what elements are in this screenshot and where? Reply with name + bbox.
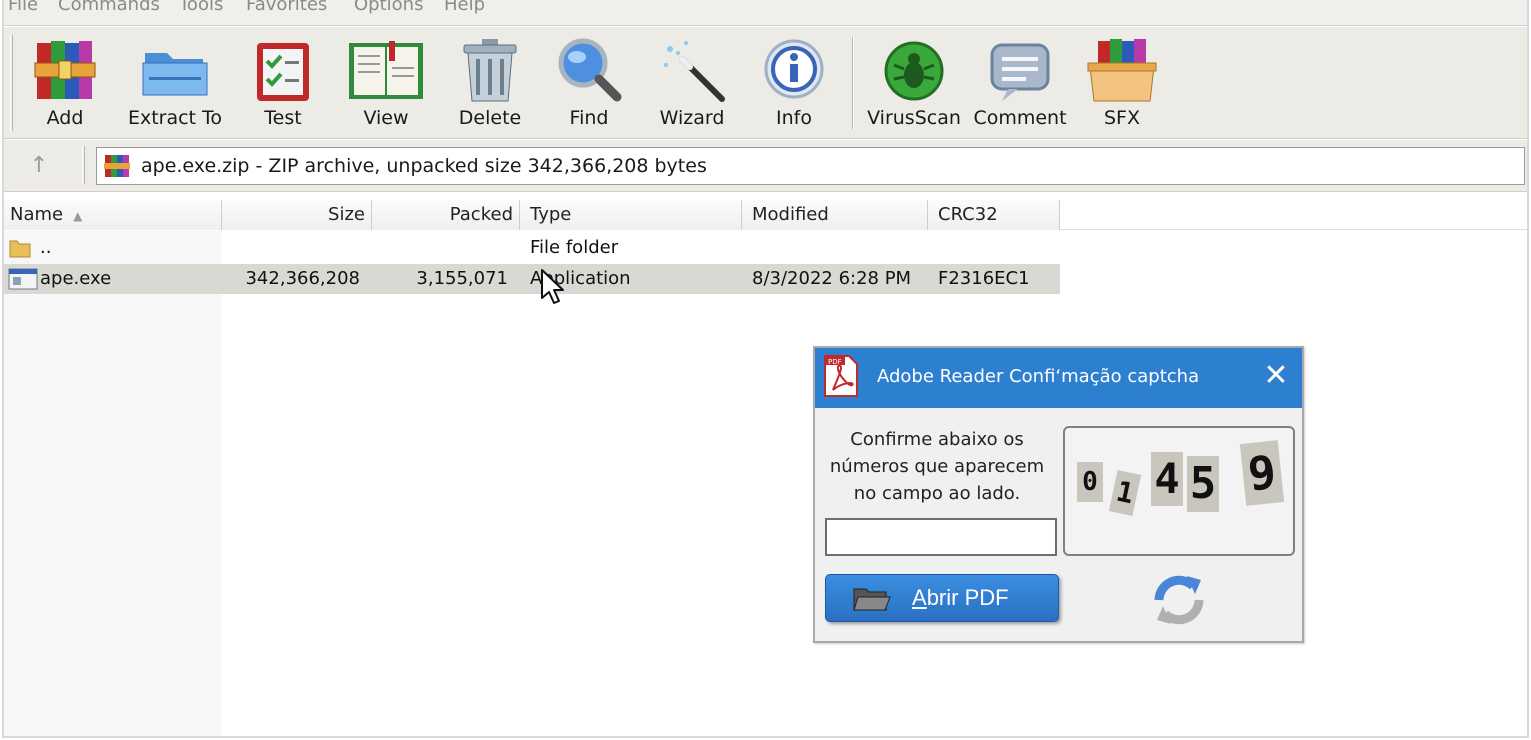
menu-options[interactable]: Options xyxy=(354,0,423,15)
comment-icon xyxy=(984,37,1056,105)
toolbar-separator xyxy=(852,37,854,129)
test-button[interactable]: Test xyxy=(247,37,319,133)
comment-label: Comment xyxy=(973,107,1067,129)
test-label: Test xyxy=(264,107,302,129)
folder-icon xyxy=(139,37,211,105)
find-button[interactable]: Find xyxy=(553,37,625,133)
wizard-button[interactable]: Wizard xyxy=(656,37,728,133)
mouse-cursor-icon xyxy=(541,269,564,304)
close-button[interactable]: ✕ xyxy=(1258,358,1294,394)
wizard-label: Wizard xyxy=(659,107,725,129)
view-label: View xyxy=(363,107,409,129)
captcha-digit: 9 xyxy=(1239,440,1285,506)
dialog-title-bar: PDF Adobe Reader Confiʻmação captcha ✕ xyxy=(815,348,1302,408)
column-name-label: Name xyxy=(10,204,64,225)
info-button[interactable]: Info xyxy=(758,37,830,133)
column-packed-label: Packed xyxy=(449,204,513,225)
close-icon: ✕ xyxy=(1263,358,1289,393)
address-grip xyxy=(82,146,85,184)
archive-icon xyxy=(104,155,130,177)
sfx-label: SFX xyxy=(1103,107,1140,129)
add-button[interactable]: Add xyxy=(29,37,101,133)
file-crc32: F2316EC1 xyxy=(938,268,1030,289)
winrar-books-icon xyxy=(29,37,101,105)
open-folder-icon xyxy=(853,588,891,611)
dialog-title: Adobe Reader Confiʻmação captcha xyxy=(877,366,1200,387)
file-modified: 8/3/2022 6:28 PM xyxy=(752,268,912,289)
file-size: 342,366,208 xyxy=(245,268,360,289)
toolbar-grip xyxy=(10,35,13,131)
column-modified-label: Modified xyxy=(752,204,829,225)
find-label: Find xyxy=(569,107,609,129)
name-column-background xyxy=(4,231,222,736)
extract-to-label: Extract To xyxy=(127,107,223,129)
captcha-digit: 5 xyxy=(1187,456,1219,512)
application-icon xyxy=(8,268,38,290)
captcha-image: 0 1 4 5 9 xyxy=(1063,426,1295,556)
winrar-window: File Commands Tools Favorites Options He… xyxy=(2,0,1529,738)
magnifier-icon xyxy=(553,37,625,105)
column-header: Name ▲ Size Packed Type Modified CRC32 xyxy=(4,200,1527,230)
delete-button[interactable]: Delete xyxy=(454,37,526,133)
column-size-label: Size xyxy=(328,204,365,225)
captcha-digit: 1 xyxy=(1108,469,1142,517)
instruction-line-2: números que aparecem xyxy=(829,456,1045,477)
sfx-box-icon xyxy=(1086,37,1158,105)
up-one-level-button[interactable]: ↑ xyxy=(18,148,60,184)
captcha-dialog: PDF Adobe Reader Confiʻmação captcha ✕ C… xyxy=(813,346,1304,643)
bug-icon xyxy=(878,37,950,105)
menu-help[interactable]: Help xyxy=(444,0,485,15)
trash-icon xyxy=(454,37,526,105)
open-pdf-label: Abrir PDF xyxy=(912,585,1009,610)
instruction-line-1: Confirme abaixo os xyxy=(850,429,1024,450)
captcha-digit: 4 xyxy=(1151,452,1183,506)
info-label: Info xyxy=(776,107,812,129)
menu-file[interactable]: File xyxy=(8,0,38,15)
list-item-ape-exe[interactable]: ape.exe 342,366,208 3,155,071 Applicatio… xyxy=(4,264,1060,294)
address-bar: ↑ ape.exe.zip - ZIP archive, unpacked si… xyxy=(4,140,1527,192)
list-item-parent-folder[interactable]: .. File folder xyxy=(4,233,1060,263)
delete-label: Delete xyxy=(458,107,522,129)
menu-favorites[interactable]: Favorites xyxy=(246,0,327,15)
add-label: Add xyxy=(46,107,84,129)
sfx-button[interactable]: SFX xyxy=(1086,37,1158,133)
address-field[interactable]: ape.exe.zip - ZIP archive, unpacked size… xyxy=(96,147,1525,185)
address-path: ape.exe.zip - ZIP archive, unpacked size… xyxy=(141,155,707,177)
info-icon xyxy=(758,37,830,105)
column-crc32[interactable]: CRC32 xyxy=(928,200,1060,230)
menu-bar: File Commands Tools Favorites Options He… xyxy=(4,0,1527,26)
file-type: File folder xyxy=(530,237,619,258)
virusscan-label: VirusScan xyxy=(867,107,961,129)
column-packed[interactable]: Packed xyxy=(372,200,520,230)
instruction-line-3: no campo ao lado. xyxy=(853,483,1021,504)
captcha-digit: 0 xyxy=(1077,462,1103,502)
column-modified[interactable]: Modified xyxy=(742,200,928,230)
toolbar: Add Extract To Test View Delete Find Wiz… xyxy=(4,27,1527,139)
pdf-icon: PDF xyxy=(824,355,858,397)
captcha-instruction: Confirme abaixo os números que aparecem … xyxy=(815,426,1059,507)
folder-icon xyxy=(9,240,31,258)
open-pdf-button[interactable]: Abrir PDF xyxy=(825,574,1059,622)
checklist-icon xyxy=(247,37,319,105)
captcha-input[interactable] xyxy=(825,518,1057,556)
arrow-up-icon: ↑ xyxy=(29,153,49,178)
menu-commands[interactable]: Commands xyxy=(58,0,160,15)
column-type-label: Type xyxy=(530,204,572,225)
column-type[interactable]: Type xyxy=(520,200,742,230)
column-crc32-label: CRC32 xyxy=(938,204,998,225)
extract-to-button[interactable]: Extract To xyxy=(126,37,224,133)
file-packed: 3,155,071 xyxy=(416,268,508,289)
comment-button[interactable]: Comment xyxy=(973,37,1067,133)
column-size[interactable]: Size xyxy=(222,200,372,230)
magic-wand-icon xyxy=(656,37,728,105)
virusscan-button[interactable]: VirusScan xyxy=(867,37,961,133)
file-name: ape.exe xyxy=(40,268,112,289)
refresh-captcha-icon[interactable] xyxy=(1147,570,1211,630)
menu-tools[interactable]: Tools xyxy=(179,0,223,15)
view-button[interactable]: View xyxy=(347,37,425,133)
column-name[interactable]: Name ▲ xyxy=(4,200,222,230)
file-name: .. xyxy=(40,237,52,258)
sort-ascending-icon: ▲ xyxy=(73,209,83,223)
open-book-icon xyxy=(347,37,425,105)
